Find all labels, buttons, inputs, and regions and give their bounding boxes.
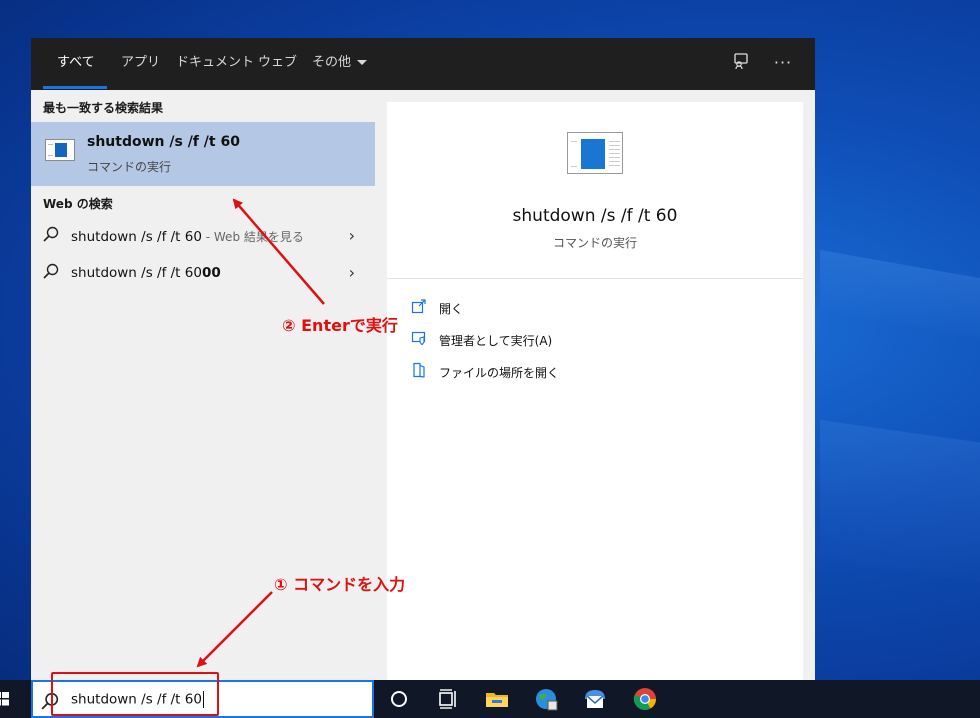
annotation-arrow-step2 [232,198,325,305]
annotation-arrows [196,198,325,668]
annotation-arrow-step1 [196,591,273,668]
